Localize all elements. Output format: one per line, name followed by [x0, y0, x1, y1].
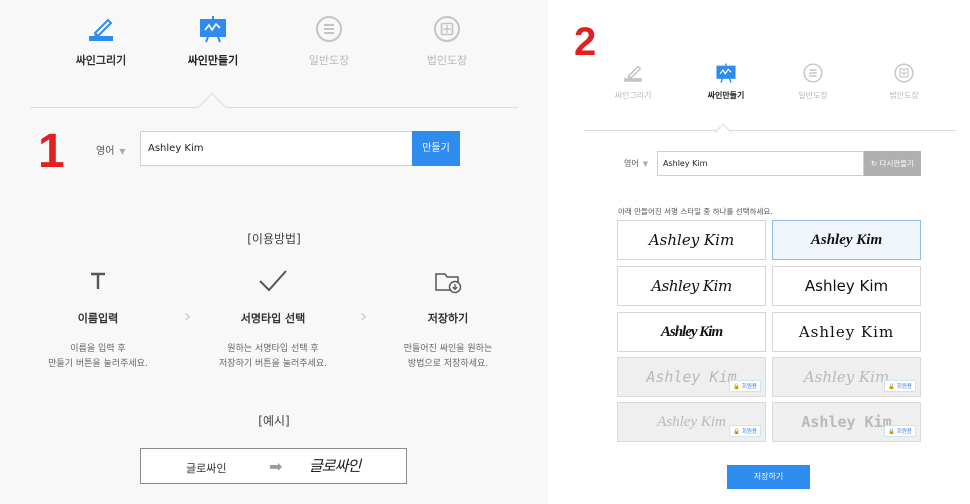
signature-text: Ashley Kim: [803, 368, 890, 386]
members-only-badge: 🔒 회원용: [884, 425, 916, 437]
members-only-badge: 🔒 회원용: [729, 425, 761, 437]
tab-label: 법인도장: [426, 54, 468, 67]
signature-option[interactable]: Ashley Kim: [617, 220, 766, 260]
tab-general-stamp[interactable]: 일반도장: [768, 58, 858, 130]
signature-option[interactable]: Ashley Kim: [617, 312, 766, 352]
corporate-seal-icon: [894, 63, 914, 83]
language-label: 영어: [96, 146, 115, 157]
tab-label: 싸인그리기: [75, 54, 127, 67]
signature-text: Ashley Kim: [804, 277, 889, 295]
step-select-type: 서명타입 선택 원하는 서명타입 선택 후 저장하기 버튼을 눌러주세요.: [183, 264, 363, 372]
signature-option-locked[interactable]: Ashley Kim 🔒 회원용: [617, 402, 766, 442]
signature-option[interactable]: Ashley Kim: [772, 312, 921, 352]
step-description-line: 만들기 버튼을 눌러주세요.: [48, 359, 148, 369]
save-button[interactable]: 저장하기: [727, 465, 810, 489]
members-only-badge: 🔒 회원용: [729, 380, 761, 392]
arrow-right-icon: ➡: [269, 457, 283, 476]
signature-option[interactable]: Ashley Kim: [772, 266, 921, 306]
tab-create-signature[interactable]: 싸인만들기: [154, 0, 272, 108]
tab-corporate-stamp[interactable]: 법인도장: [859, 58, 949, 130]
step-title: 저장하기: [427, 312, 469, 325]
instruction-text: 아래 만들어진 서명 스타일 중 하나를 선택하세요.: [618, 207, 773, 216]
example-signature-text: 글로싸인: [309, 457, 361, 475]
name-input[interactable]: [657, 151, 864, 176]
step-description-line: 만들어진 싸인을 원하는: [403, 344, 493, 354]
example-plain-text: 글로싸인: [186, 462, 227, 475]
step-description: 만들어진 싸인을 원하는 방법으로 저장하세요.: [358, 342, 538, 372]
tab-bar: 싸인그리기 싸인만들기 일반도장 법인도장: [30, 0, 518, 108]
signature-text: Ashley Kim: [810, 231, 883, 248]
example-title: [예시]: [258, 414, 290, 428]
tab-label: 일반도장: [308, 54, 350, 67]
pen-draw-icon: [624, 65, 642, 82]
howto-title: [이용방법]: [247, 232, 301, 246]
signature-text: Ashley Kim: [801, 413, 892, 431]
step-save: 저장하기 만들어진 싸인을 원하는 방법으로 저장하세요.: [358, 264, 538, 372]
stamp-lines-icon: [803, 63, 823, 83]
step-title: 서명타입 선택: [240, 312, 306, 325]
tab-create-signature[interactable]: 싸인만들기: [681, 58, 771, 130]
signature-option-locked[interactable]: Ashley Kim 🔒 회원용: [772, 357, 921, 397]
step-description-line: 이름을 입력 후: [70, 344, 126, 354]
language-select[interactable]: 영어 ▼: [96, 142, 126, 157]
tab-corporate-stamp[interactable]: 법인도장: [388, 0, 506, 108]
signature-text: Ashley Kim: [798, 323, 895, 341]
step-enter-name: 이름입력 이름을 입력 후 만들기 버튼을 눌러주세요.: [8, 264, 188, 372]
signature-text: Ashley Kim: [657, 413, 726, 430]
chevron-down-icon: ▼: [642, 160, 649, 168]
signature-text: Ashley Kim: [651, 277, 732, 295]
panel-2: 2 싸인그리기 싸인만들기 일반도장 법인도장 영어 ▼ Ashley Kim …: [560, 0, 970, 504]
step-title: 이름입력: [77, 312, 119, 325]
tab-label: 싸인그리기: [614, 91, 652, 100]
step-description-line: 원하는 서명타입 선택 후: [227, 344, 319, 354]
tab-label: 법인도장: [889, 91, 919, 100]
panel-1: 싸인그리기 싸인만들기 일반도장 법인도장 1 영어 ▼ Ashley Kim …: [0, 0, 548, 504]
corporate-seal-icon: [434, 16, 460, 42]
checkmark-icon: [259, 270, 287, 292]
step-description-line: 저장하기 버튼을 눌러주세요.: [219, 359, 327, 369]
signature-board-icon: [716, 63, 736, 83]
text-t-icon: [91, 272, 105, 289]
tab-general-stamp[interactable]: 일반도장: [270, 0, 388, 108]
signature-option-selected[interactable]: Ashley Kim: [772, 220, 921, 260]
step-number-1: 1: [38, 125, 65, 178]
signature-option-locked[interactable]: Ashley Kim 🔒 회원용: [617, 357, 766, 397]
tab-draw-signature[interactable]: 싸인그리기: [42, 0, 160, 108]
step-description-line: 방법으로 저장하세요.: [407, 359, 489, 369]
signature-board-icon: [200, 16, 226, 43]
create-button[interactable]: 만들기: [412, 131, 460, 166]
name-input[interactable]: [140, 131, 413, 166]
remake-button[interactable]: ↻ 다시만들기: [864, 151, 921, 176]
download-file-icon: [435, 273, 462, 294]
tab-label: 일반도장: [798, 91, 828, 100]
language-select[interactable]: 영어 ▼: [624, 158, 648, 169]
signature-text: Ashley Kim: [646, 368, 737, 386]
example-box: 글로싸인 ➡ 글로싸인: [140, 448, 407, 484]
pen-draw-icon: [89, 18, 113, 41]
tab-bar: 싸인그리기 싸인만들기 일반도장 법인도장: [584, 58, 956, 131]
language-label: 영어: [624, 159, 639, 168]
stamp-lines-icon: [316, 16, 342, 42]
signature-option-locked[interactable]: Ashley Kim 🔒 회원용: [772, 402, 921, 442]
signature-text: Ashley Kim: [648, 231, 735, 249]
step-description: 이름을 입력 후 만들기 버튼을 눌러주세요.: [8, 342, 188, 372]
chevron-down-icon: ▼: [119, 147, 126, 156]
step-number-2: 2: [574, 20, 597, 64]
signature-text: Ashley Kim: [660, 323, 723, 340]
tab-draw-signature[interactable]: 싸인그리기: [588, 58, 678, 130]
tab-label: 싸인만들기: [187, 54, 239, 67]
step-description: 원하는 서명타입 선택 후 저장하기 버튼을 눌러주세요.: [183, 342, 363, 372]
signature-option[interactable]: Ashley Kim: [617, 266, 766, 306]
tab-label: 싸인만들기: [707, 91, 745, 100]
members-only-badge: 🔒 회원용: [884, 380, 916, 392]
